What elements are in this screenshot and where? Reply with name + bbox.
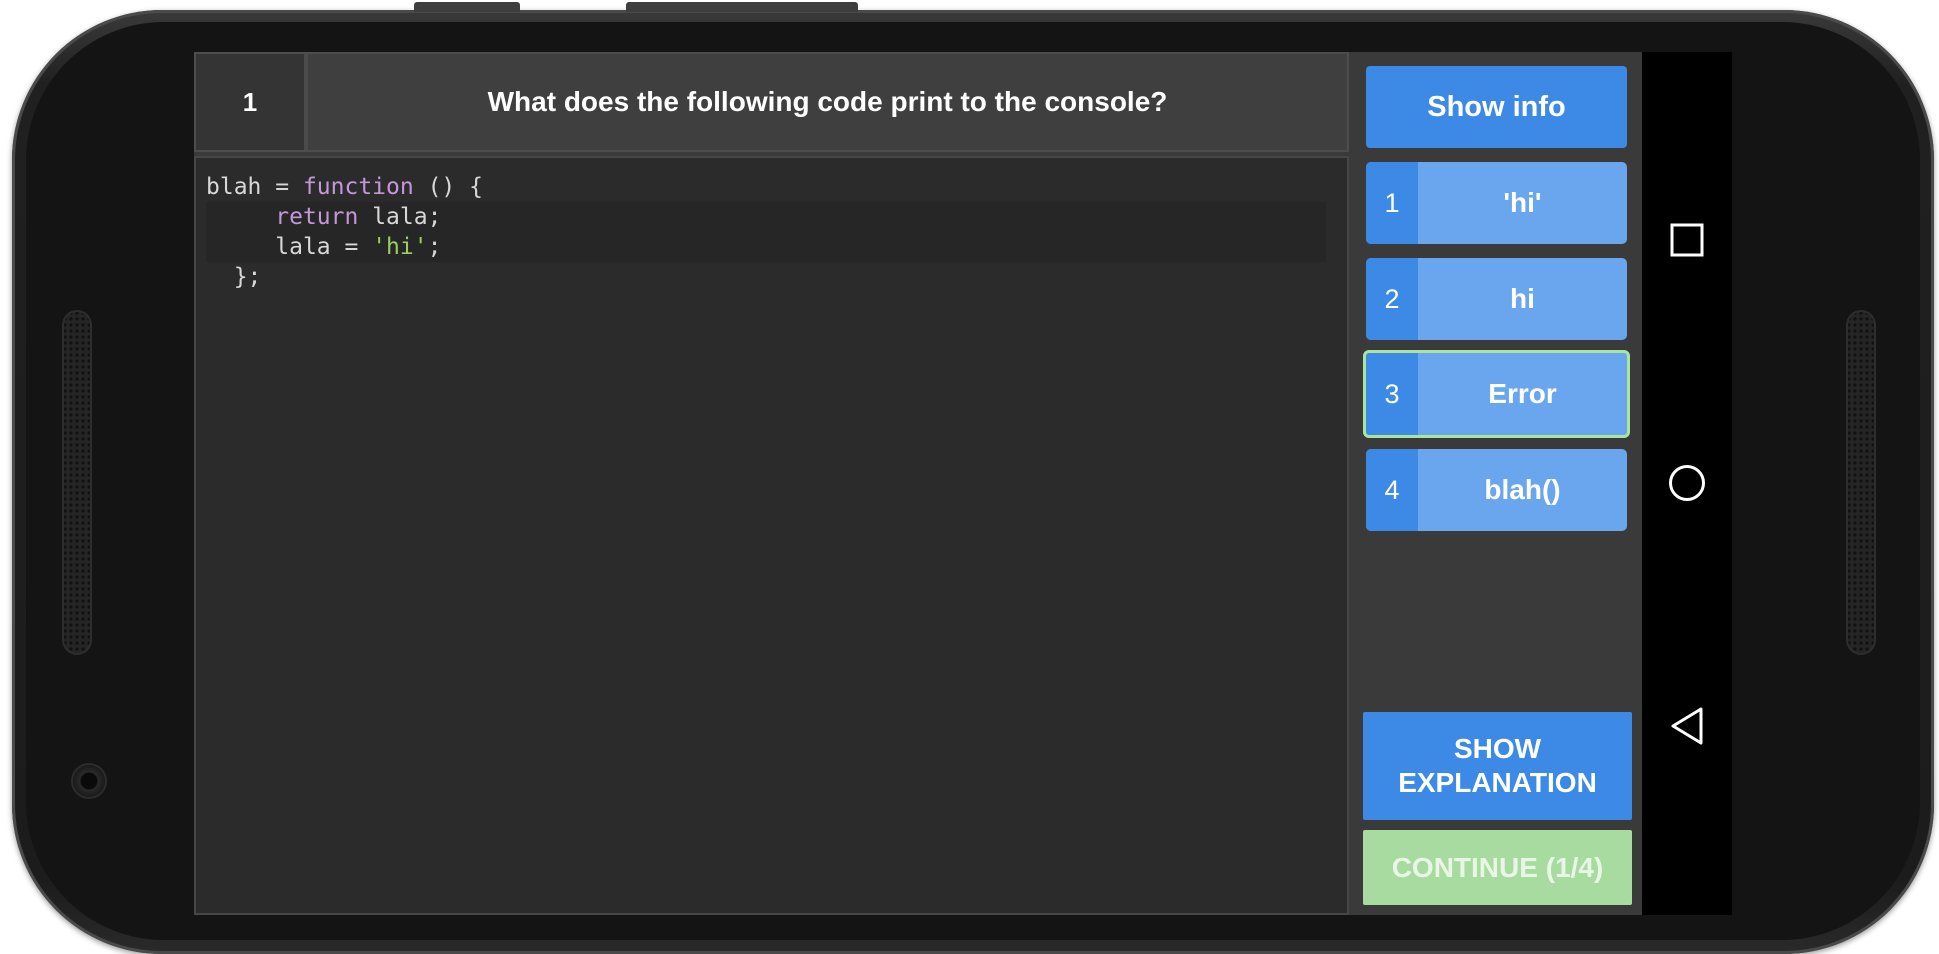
answer-option-4[interactable]: 4 blah() [1366,449,1627,531]
answer-label: hi [1510,283,1535,314]
front-camera [73,765,105,797]
answer-label: 'hi' [1503,187,1542,218]
answer-option-2[interactable]: 2 hi [1366,258,1627,340]
phone-top-button-left [414,2,520,12]
answer-label: blah() [1484,474,1561,505]
code-token: ; [427,234,442,260]
code-token: 'hi' [372,234,428,260]
question-text: What does the following code print to th… [487,86,1168,117]
quiz-app: 1 What does the following code print to … [194,52,1642,915]
answer-option-1[interactable]: 1 'hi' [1366,162,1627,244]
home-icon[interactable] [1657,453,1717,513]
phone-top-button-right [626,2,858,12]
question-header: 1 What does the following code print to … [194,52,1349,152]
question-number: 1 [196,54,308,150]
code-line: }; [206,262,1326,292]
answer-number: 2 [1366,258,1418,340]
code-token: lala = [275,234,373,260]
answer-number: 3 [1366,353,1418,435]
recent-apps-icon[interactable] [1657,210,1717,270]
speaker-grille-right [1846,310,1876,655]
code-token: () { [413,174,483,200]
code-line: blah = function () { [206,172,1326,202]
answer-number: 4 [1366,449,1418,531]
code-line: lala = 'hi'; [206,232,1326,262]
code-token: blah = [206,174,303,200]
back-icon[interactable] [1657,696,1717,756]
code-block: blah = function () { return lala; lala =… [206,172,1326,292]
android-nav-bar [1642,52,1732,915]
device-screen: 1 What does the following code print to … [194,52,1732,915]
continue-button[interactable]: CONTINUE (1/4) [1363,830,1632,905]
code-panel: blah = function () { return lala; lala =… [194,156,1349,915]
show-explanation-button[interactable]: SHOW EXPLANATION [1363,712,1632,820]
code-line: return lala; [206,202,1326,232]
speaker-grille-left [62,310,92,655]
show-info-button[interactable]: Show info [1366,66,1627,148]
answer-label: Error [1488,378,1557,409]
code-token: function [302,174,414,200]
code-token: lala; [358,204,442,230]
code-token: return [275,204,359,230]
answer-number: 1 [1366,162,1418,244]
code-token: }; [233,264,262,290]
answer-option-3[interactable]: 3 Error [1363,350,1630,438]
